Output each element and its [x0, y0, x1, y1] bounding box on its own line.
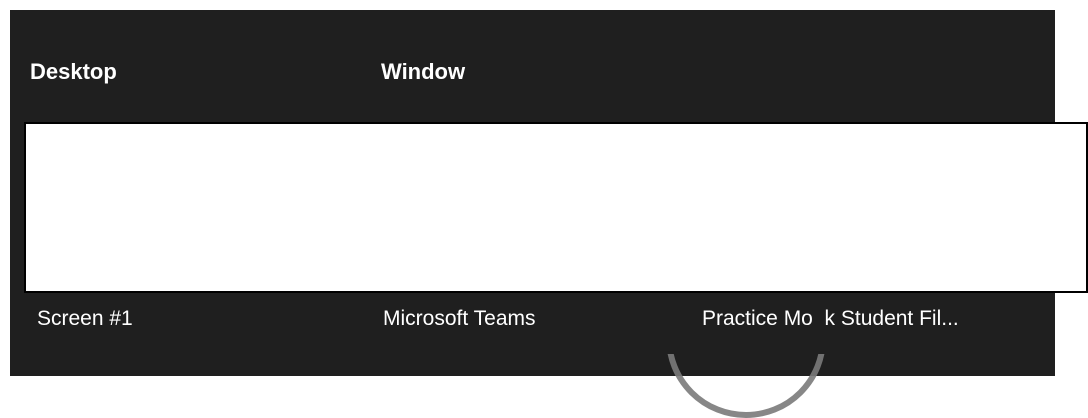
row-window-title-cell: Practice Mo k Student Fil...: [702, 307, 959, 330]
screen-preview-area[interactable]: [24, 122, 1088, 293]
row-desktop-cell: Screen #1: [37, 307, 133, 330]
row-window-cell: Microsoft Teams: [383, 307, 536, 330]
column-header-desktop: Desktop: [30, 59, 117, 84]
column-header-window: Window: [381, 59, 466, 84]
